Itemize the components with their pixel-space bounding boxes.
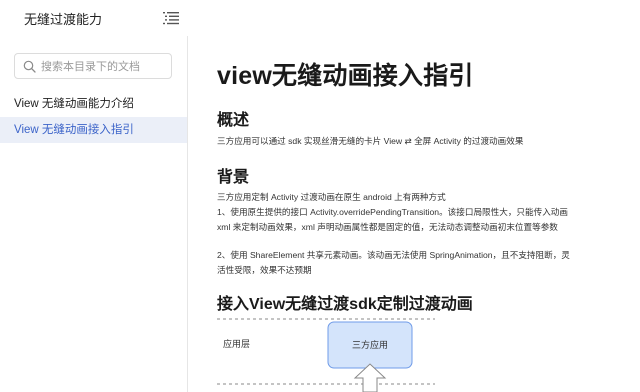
search-input[interactable] xyxy=(41,58,167,75)
sidebar-item-guide[interactable]: View 无缝动画接入指引 xyxy=(0,117,187,143)
background-paragraph-2: 1、使用原生提供的接口 Activity.overridePendingTran… xyxy=(217,207,568,232)
architecture-diagram: 应用层 三方应用 xyxy=(217,318,435,392)
background-paragraph-1: 三方应用定制 Activity 过渡动画在原生 android 上有两种方式 xyxy=(217,192,446,202)
diagram-box-label: 三方应用 xyxy=(352,339,388,350)
search-icon xyxy=(23,60,36,73)
sidebar-header: 无缝过渡能力 xyxy=(0,0,187,36)
background-paragraph-3: 2、使用 ShareElement 共享元素动画。该动画无法使用 SpringA… xyxy=(217,250,570,275)
list-menu-icon[interactable] xyxy=(163,11,179,25)
article: view无缝动画接入指引 概述 三方应用可以通过 sdk 实现丝滑无缝的卡片 V… xyxy=(188,0,640,392)
page-title: view无缝动画接入指引 xyxy=(217,62,474,90)
overview-paragraph: 三方应用可以通过 sdk 实现丝滑无缝的卡片 View ⇄ 全屏 Activit… xyxy=(217,136,524,146)
section-heading-background: 背景 xyxy=(217,169,250,186)
diagram-layer-label: 应用层 xyxy=(223,338,250,349)
section-heading-integration: 接入View无缝过渡sdk定制过渡动画 xyxy=(217,296,473,313)
search-box[interactable] xyxy=(14,53,172,79)
sidebar-title: 无缝过渡能力 xyxy=(24,12,103,27)
sidebar: 无缝过渡能力 View 无缝动画能力介绍 View 无缝动画接入指引 xyxy=(0,0,187,392)
sidebar-item-intro[interactable]: View 无缝动画能力介绍 xyxy=(0,91,187,117)
section-heading-overview: 概述 xyxy=(217,112,250,129)
